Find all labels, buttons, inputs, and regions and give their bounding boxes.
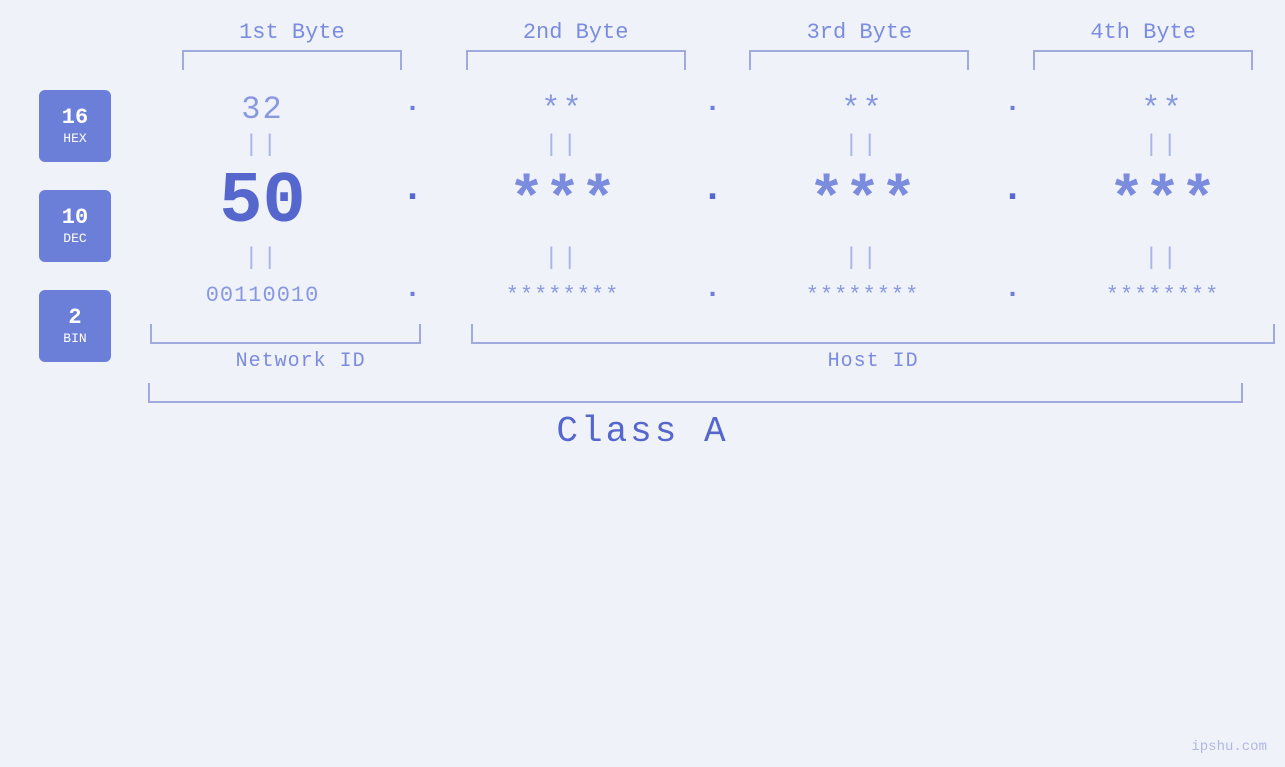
dec-cell-4: ***	[1053, 168, 1273, 236]
equals-cell-2a: ||	[453, 132, 673, 159]
bracket-top-4	[1033, 50, 1253, 70]
hex-dot-1: .	[398, 88, 428, 130]
equals-cell-4a: ||	[1053, 132, 1273, 159]
dec-cell-1: 50	[153, 161, 373, 243]
bin-value-1: 00110010	[206, 283, 320, 308]
bracket-top-2	[466, 50, 686, 70]
hex-value-3: **	[841, 91, 883, 128]
class-label: Class A	[556, 411, 728, 452]
bin-cell-1: 00110010	[153, 274, 373, 316]
dec-value-3: ***	[808, 168, 916, 236]
badge-dec: 10 DEC	[39, 190, 111, 262]
hex-cell-4: **	[1053, 88, 1273, 130]
hex-dot-3: .	[998, 88, 1028, 130]
bin-value-2: ********	[506, 283, 620, 308]
bin-cells: 00110010 . ******** . ******** . *******…	[140, 274, 1285, 316]
hex-value-4: **	[1141, 91, 1183, 128]
badge-bin: 2 BIN	[39, 290, 111, 362]
bin-dot-1: .	[398, 274, 428, 316]
host-bracket-bottom	[471, 324, 1275, 344]
equals-cells-2: || || || ||	[140, 245, 1285, 272]
watermark: ipshu.com	[1191, 739, 1267, 755]
bin-value-4: ********	[1106, 283, 1220, 308]
badge-hex: 16 HEX	[39, 90, 111, 162]
bracket-tops-row	[0, 50, 1285, 70]
bin-cell-4: ********	[1053, 274, 1273, 316]
class-label-row: Class A	[0, 411, 1285, 452]
host-id-label: Host ID	[461, 350, 1285, 373]
dec-cell-3: ***	[753, 168, 973, 236]
badges-column: 16 HEX 10 DEC 2 BIN	[10, 70, 140, 373]
badge-bin-number: 2	[68, 305, 81, 331]
bin-dot-2: .	[698, 274, 728, 316]
dec-value-row: 50 . *** . *** . ***	[140, 161, 1285, 243]
byte-label-1: 1st Byte	[182, 20, 402, 45]
dec-dot-1: .	[398, 171, 428, 233]
equals-cell-3b: ||	[753, 245, 973, 272]
hex-cell-1: 32	[153, 88, 373, 130]
badge-hex-number: 16	[62, 105, 88, 131]
byte-label-3: 3rd Byte	[749, 20, 969, 45]
dec-cells: 50 . *** . *** . ***	[140, 161, 1285, 243]
dec-value-1: 50	[219, 161, 305, 243]
data-grid: 16 HEX 10 DEC 2 BIN 32 .	[0, 70, 1285, 373]
equals-cell-3a: ||	[753, 132, 973, 159]
equals-cell-2b: ||	[453, 245, 673, 272]
hex-value-1: 32	[241, 91, 283, 128]
dec-cell-2: ***	[453, 168, 673, 236]
equals-cells-1: || || || ||	[140, 132, 1285, 159]
bracket-top-3	[749, 50, 969, 70]
dec-value-4: ***	[1108, 168, 1216, 236]
hex-dot-2: .	[698, 88, 728, 130]
dec-dot-2: .	[698, 171, 728, 233]
hex-cells: 32 . ** . ** . **	[140, 88, 1285, 130]
outer-bracket-row	[0, 383, 1285, 403]
badge-dec-number: 10	[62, 205, 88, 231]
equals-cell-4b: ||	[1053, 245, 1273, 272]
values-column: 32 . ** . ** . **	[140, 70, 1285, 373]
byte-labels-row: 1st Byte 2nd Byte 3rd Byte 4th Byte	[0, 20, 1285, 45]
main-container: 1st Byte 2nd Byte 3rd Byte 4th Byte 16 H…	[0, 0, 1285, 767]
equals-cell-1a: ||	[153, 132, 373, 159]
bin-value-3: ********	[806, 283, 920, 308]
badge-bin-label: BIN	[63, 331, 86, 347]
equals-row-1: || || || ||	[140, 132, 1285, 159]
equals-row-2: || || || ||	[140, 245, 1285, 272]
bin-dot-3: .	[998, 274, 1028, 316]
dec-dot-3: .	[998, 171, 1028, 233]
network-id-label: Network ID	[140, 350, 461, 373]
byte-label-2: 2nd Byte	[466, 20, 686, 45]
bin-value-row: 00110010 . ******** . ******** . *******…	[140, 274, 1285, 316]
bracket-top-1	[182, 50, 402, 70]
badge-hex-label: HEX	[63, 131, 86, 147]
id-labels: Network ID Host ID	[140, 350, 1285, 373]
hex-cell-2: **	[453, 88, 673, 130]
bin-cell-3: ********	[753, 274, 973, 316]
equals-cell-1b: ||	[153, 245, 373, 272]
bottom-brackets	[140, 324, 1285, 344]
hex-cell-3: **	[753, 88, 973, 130]
hex-value-row: 32 . ** . ** . **	[140, 88, 1285, 130]
hex-value-2: **	[541, 91, 583, 128]
bin-cell-2: ********	[453, 274, 673, 316]
byte-label-4: 4th Byte	[1033, 20, 1253, 45]
network-bracket-bottom	[150, 324, 421, 344]
badge-dec-label: DEC	[63, 231, 86, 247]
dec-value-2: ***	[508, 168, 616, 236]
outer-bracket	[148, 383, 1243, 403]
